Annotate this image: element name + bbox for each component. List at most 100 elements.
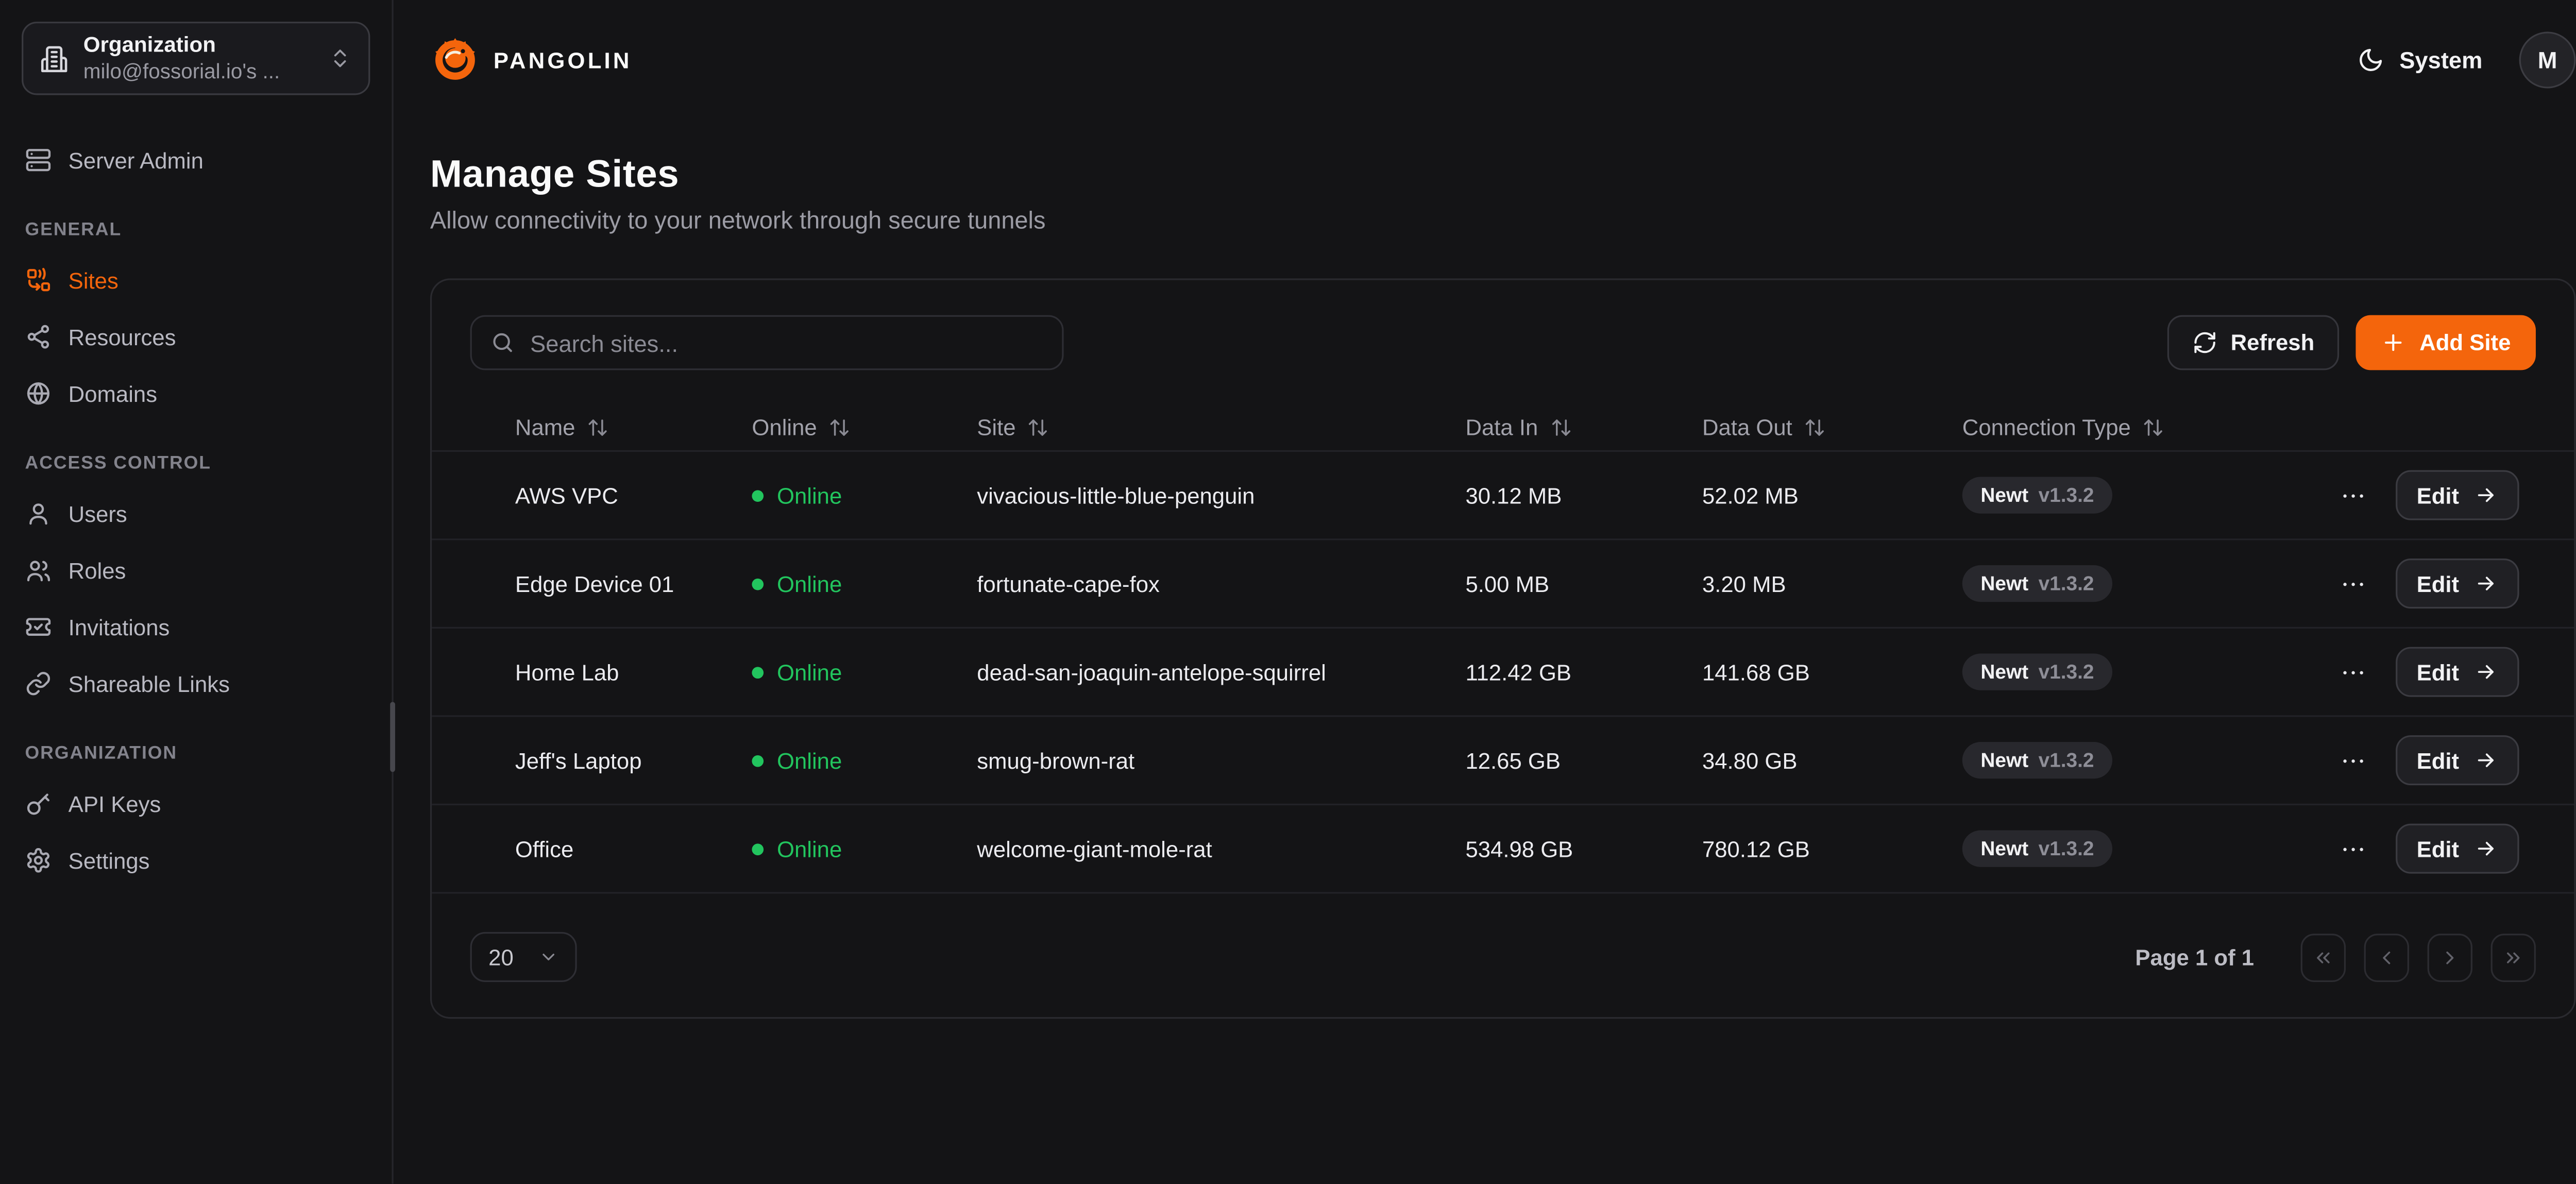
search-box <box>470 315 1064 370</box>
edit-button[interactable]: Edit <box>2395 470 2519 520</box>
edit-button[interactable]: Edit <box>2395 559 2519 608</box>
sidebar-item-roles[interactable]: Roles <box>22 542 370 599</box>
edit-label: Edit <box>2417 659 2460 685</box>
status-badge: Online <box>752 748 842 773</box>
key-icon <box>25 790 52 817</box>
org-picker[interactable]: Organization milo@fossorial.io's ... <box>22 22 370 95</box>
sidebar-scrollbar[interactable] <box>390 702 395 772</box>
edit-label: Edit <box>2417 483 2460 508</box>
edit-button[interactable]: Edit <box>2395 647 2519 697</box>
add-site-button[interactable]: Add Site <box>2356 315 2536 370</box>
cell-name: AWS VPC <box>515 483 618 508</box>
theme-toggle-label: System <box>2399 47 2482 74</box>
connection-version: v1.3.2 <box>2039 837 2094 860</box>
cell-data-in: 12.65 GB <box>1465 748 1561 773</box>
table-header: Name Online Site Data In Data Out Connection … <box>432 403 2574 452</box>
building-icon <box>40 44 69 73</box>
sidebar-item-resources[interactable]: Resources <box>22 309 370 365</box>
link-icon <box>25 670 52 697</box>
cell-name: Edge Device 01 <box>515 571 674 596</box>
theme-toggle-button[interactable]: System <box>2358 47 2482 74</box>
column-label: Data In <box>1465 414 1538 439</box>
sidebar-section-label: ACCESS CONTROL <box>22 453 370 473</box>
next-page-button[interactable] <box>2428 933 2472 982</box>
row-menu-button[interactable] <box>2338 746 2366 774</box>
row-menu-button[interactable] <box>2338 481 2366 510</box>
cell-data-out: 780.12 GB <box>1702 836 1810 861</box>
cell-site: dead-san-joaquin-antelope-squirrel <box>977 659 1326 685</box>
header-cell-online[interactable]: Online <box>752 414 850 439</box>
first-page-button[interactable] <box>2301 933 2346 982</box>
connection-type: Newt <box>1980 483 2028 506</box>
page-size-value: 20 <box>488 944 514 970</box>
header-cell-connection-type[interactable]: Connection Type <box>1962 414 2164 439</box>
topbar: PANGOLIN System M <box>394 0 2576 120</box>
last-page-button[interactable] <box>2491 933 2536 982</box>
refresh-button[interactable]: Refresh <box>2167 315 2340 370</box>
sidebar-item-shareable-links[interactable]: Shareable Links <box>22 655 370 712</box>
moon-icon <box>2358 47 2384 74</box>
connection-badge: Newtv1.3.2 <box>1962 654 2112 690</box>
sidebar-item-sites[interactable]: Sites <box>22 252 370 309</box>
status-label: Online <box>777 571 842 596</box>
connection-version: v1.3.2 <box>2039 572 2094 595</box>
edit-button[interactable]: Edit <box>2395 824 2519 874</box>
add-site-label: Add Site <box>2419 330 2511 356</box>
arrow-right-icon <box>2474 749 2497 772</box>
brand-name: PANGOLIN <box>494 47 632 73</box>
row-menu-button[interactable] <box>2338 569 2366 598</box>
status-label: Online <box>777 659 842 685</box>
user-avatar[interactable]: M <box>2519 31 2576 88</box>
status-badge: Online <box>752 659 842 685</box>
cell-data-out: 52.02 MB <box>1702 483 1799 508</box>
sidebar-item-label: Domains <box>69 381 157 406</box>
connection-type: Newt <box>1980 749 2028 772</box>
prev-page-button[interactable] <box>2364 933 2409 982</box>
edit-label: Edit <box>2417 571 2460 596</box>
avatar-initial: M <box>2538 47 2557 74</box>
sidebar-item-settings[interactable]: Settings <box>22 832 370 889</box>
server-icon <box>25 147 52 174</box>
edit-button[interactable]: Edit <box>2395 735 2519 785</box>
online-dot-icon <box>752 666 764 678</box>
sidebar-item-api-keys[interactable]: API Keys <box>22 775 370 832</box>
sidebar-item-label: API Keys <box>69 791 161 816</box>
cell-name: Home Lab <box>515 659 619 685</box>
ellipsis-icon <box>2338 569 2366 598</box>
header-cell-data-out[interactable]: Data Out <box>1702 414 1826 439</box>
header-cell-site[interactable]: Site <box>977 414 1049 439</box>
online-dot-icon <box>752 489 764 501</box>
sidebar-item-invitations[interactable]: Invitations <box>22 599 370 655</box>
main-area: PANGOLIN System M Manage Sites Allow con… <box>394 0 2576 1184</box>
online-dot-icon <box>752 843 764 855</box>
sidebar-item-server-admin[interactable]: Server Admin <box>22 132 370 189</box>
users-icon <box>25 557 52 584</box>
page-content: Manage Sites Allow connectivity to your … <box>394 120 2576 1019</box>
sidebar-item-label: Invitations <box>69 614 170 639</box>
row-menu-button[interactable] <box>2338 658 2366 686</box>
header-cell-name[interactable]: Name <box>515 414 608 439</box>
edit-label: Edit <box>2417 836 2460 861</box>
page-title: Manage Sites <box>430 151 2576 196</box>
cell-data-in: 5.00 MB <box>1465 571 1549 596</box>
search-input[interactable] <box>530 329 1044 356</box>
sidebar-item-label: Resources <box>69 324 176 349</box>
brand-logo[interactable]: PANGOLIN <box>430 35 632 85</box>
sidebar-nav: Server AdminGENERALSitesResourcesDomains… <box>22 132 370 889</box>
sidebar-item-domains[interactable]: Domains <box>22 365 370 422</box>
page-size-select[interactable]: 20 <box>470 932 577 982</box>
status-label: Online <box>777 836 842 861</box>
row-menu-button[interactable] <box>2338 835 2366 863</box>
page-info: Page 1 of 1 <box>2135 944 2254 970</box>
ellipsis-icon <box>2338 481 2366 510</box>
table-row: Home Lab Online dead-san-joaquin-antelope-… <box>432 629 2574 717</box>
table-row: AWS VPCOnlinevivacious-little-blue-pengu… <box>432 452 2574 540</box>
cell-data-in: 534.98 GB <box>1465 836 1573 861</box>
refresh-label: Refresh <box>2231 330 2315 356</box>
chevron-right-icon <box>2439 946 2461 968</box>
sidebar-item-users[interactable]: Users <box>22 485 370 542</box>
chevrons-right-icon <box>2502 946 2524 968</box>
sidebar-section-label: ORGANIZATION <box>22 743 370 764</box>
ticket-icon <box>25 614 52 640</box>
header-cell-data-in[interactable]: Data In <box>1465 414 1571 439</box>
